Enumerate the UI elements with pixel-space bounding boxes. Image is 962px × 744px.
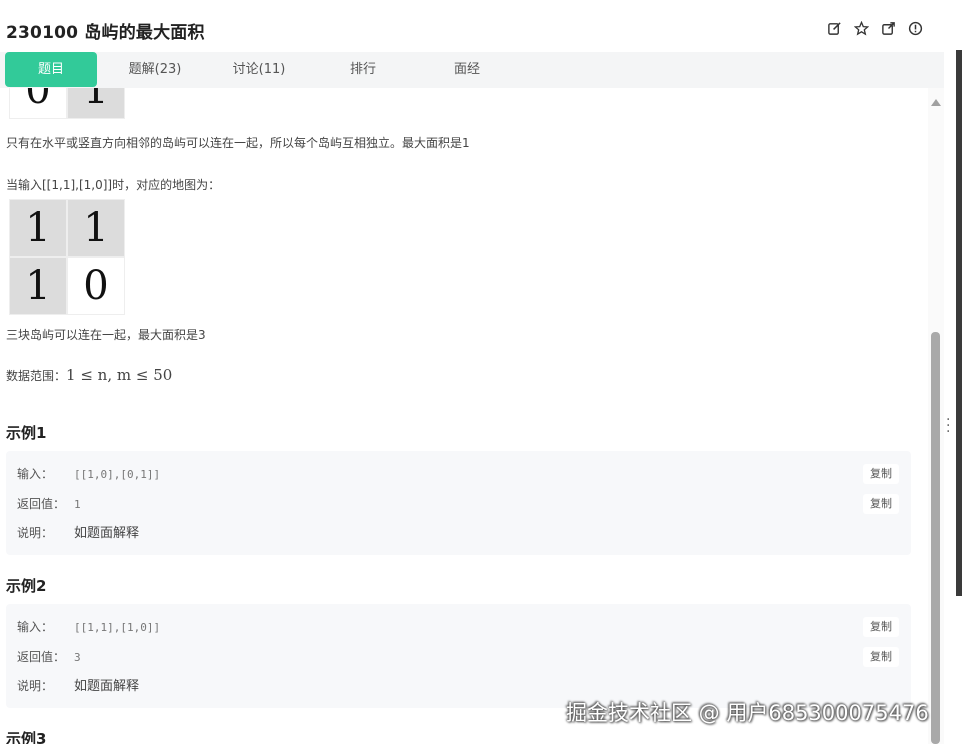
problem-content: 0 1 只有在水平或竖直方向相邻的岛屿可以连在一起，所以每个岛屿互相独立。最大面… (0, 88, 928, 744)
desc-label: 说明： (17, 679, 54, 693)
star-icon[interactable] (853, 20, 870, 37)
tab-discussion[interactable]: 讨论(11) (216, 52, 302, 87)
data-range-label: 数据范围： (6, 369, 67, 383)
desc-value: 如题面解释 (74, 526, 140, 541)
data-range: 数据范围：1 ≤ n, m ≤ 50 (6, 366, 172, 384)
problem-tabs: 题目 题解(23) 讨论(11) 排行 面经 (0, 52, 944, 88)
example-box: 输入： [[1,1],[1,0]] 复制 返回值： 3 复制 说明： 如题面解释 (6, 604, 911, 708)
scrollbar-thumb[interactable] (931, 332, 940, 744)
tab-problem[interactable]: 题目 (5, 52, 97, 87)
return-label: 返回值： (17, 497, 66, 511)
map-cell: 0 (9, 88, 67, 119)
example-title: 示例3 (6, 730, 47, 744)
tab-ranking[interactable]: 排行 (331, 52, 395, 87)
copy-return-button[interactable]: 复制 (863, 647, 899, 667)
input-label: 输入： (17, 620, 54, 634)
return-value: 1 (74, 498, 81, 511)
partial-map-grid: 0 1 (9, 88, 125, 119)
description-text: 只有在水平或竖直方向相邻的岛屿可以连在一起，所以每个岛屿互相独立。最大面积是1 (6, 136, 470, 150)
desc-label: 说明： (17, 526, 54, 540)
map-cell: 1 (67, 88, 125, 119)
copy-input-button[interactable]: 复制 (863, 464, 899, 484)
watermark: 掘金技术社区 @ 用户685300075476 (566, 701, 929, 725)
example-return-row: 返回值： 1 (17, 494, 81, 514)
report-icon[interactable] (907, 20, 924, 37)
copy-input-button[interactable]: 复制 (863, 617, 899, 637)
description-text: 三块岛屿可以连在一起，最大面积是3 (6, 328, 206, 342)
input-label: 输入： (17, 467, 54, 481)
map-cell: 1 (67, 199, 125, 257)
map-cell: 1 (9, 257, 67, 315)
map-grid: 1 1 1 0 (9, 199, 125, 315)
share-icon[interactable] (880, 20, 897, 37)
example-return-row: 返回值： 3 (17, 647, 81, 667)
more-vertical-icon[interactable]: · · · (946, 413, 950, 439)
copy-return-button[interactable]: 复制 (863, 494, 899, 514)
desc-value: 如题面解释 (74, 679, 140, 694)
scroll-up-arrow-icon[interactable] (931, 99, 941, 106)
example-title: 示例2 (6, 577, 47, 595)
example-input-row: 输入： [[1,1],[1,0]] (17, 617, 160, 637)
input-value: [[1,0],[0,1]] (74, 468, 161, 481)
example-desc-row: 说明： 如题面解释 (17, 676, 139, 696)
example-box: 输入： [[1,0],[0,1]] 复制 返回值： 1 复制 说明： 如题面解释 (6, 451, 911, 555)
header-icon-group (826, 20, 924, 37)
return-value: 3 (74, 651, 81, 664)
example-input-row: 输入： [[1,0],[0,1]] (17, 464, 160, 484)
problem-header: 230100 岛屿的最大面积 (0, 0, 944, 56)
edit-icon[interactable] (826, 20, 843, 37)
map-cell: 0 (67, 257, 125, 315)
example-desc-row: 说明： 如题面解释 (17, 523, 139, 543)
example-title: 示例1 (6, 424, 47, 442)
return-label: 返回值： (17, 650, 66, 664)
tab-solutions[interactable]: 题解(23) (110, 52, 200, 87)
panel-divider[interactable] (956, 50, 962, 596)
description-text: 当输入[[1,1],[1,0]]时，对应的地图为： (6, 178, 221, 192)
map-cell: 1 (9, 199, 67, 257)
tab-interview[interactable]: 面经 (434, 52, 500, 87)
data-range-math: 1 ≤ n, m ≤ 50 (66, 366, 173, 384)
problem-title: 230100 岛屿的最大面积 (6, 23, 205, 43)
input-value: [[1,1],[1,0]] (74, 621, 161, 634)
